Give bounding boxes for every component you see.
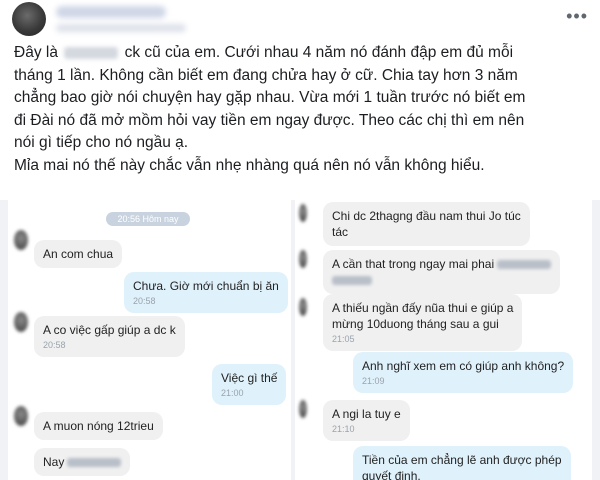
- sender-avatar: [299, 298, 307, 316]
- chat-screenshot-left: 20:56 Hôm nay An com chua Chưa. Giờ mới …: [8, 200, 291, 480]
- post-text-fragment: Đây là: [14, 44, 58, 61]
- redacted-name: [64, 46, 119, 59]
- chat-date-pill: 20:56 Hôm nay: [106, 212, 190, 226]
- post-line-1: Đây là ck cũ của em. Cưới nhau 4 năm nó …: [14, 42, 584, 65]
- post-body: Đây là ck cũ của em. Cưới nhau 4 năm nó …: [14, 42, 584, 177]
- message-outgoing: Tiền của em chẳng lẽ anh được phép quyết…: [353, 446, 571, 480]
- redacted-text: [332, 276, 372, 286]
- sender-avatar: [14, 312, 28, 332]
- message-incoming: An com chua: [34, 240, 123, 268]
- message-incoming: A cần that trong ngay mai phai: [323, 250, 561, 294]
- message-incoming: A thiếu ngần đấy nũa thui e giúp a mừng …: [323, 294, 523, 351]
- message-outgoing: Chưa. Giờ mới chuẩn bị ăn 20:58: [124, 272, 288, 313]
- post-line-2: tháng 1 lần. Không cần biết em đang chửa…: [14, 66, 518, 84]
- post-line-6: Mỉa mai nó thế này chắc vẫn nhẹ nhàng qu…: [14, 156, 485, 174]
- message-outgoing: Anh nghĩ xem em có giúp anh không? 21:09: [353, 352, 574, 393]
- chat-screenshot-right: Chi dc 2thagng đầu nam thui Jo túc tác A…: [295, 200, 592, 480]
- post-text-fragment: ck cũ của em. Cưới nhau 4 năm nó đánh đậ…: [124, 44, 514, 61]
- post-line-4: đi Đài nó đã mở mồm hỏi vay tiền em ngay…: [14, 111, 525, 129]
- message-incoming: Nay: [34, 448, 131, 476]
- message-incoming: A co việc gấp giúp a dc k 20:58: [34, 316, 185, 357]
- more-horizontal-icon[interactable]: •••: [566, 6, 588, 27]
- sender-avatar: [299, 250, 307, 268]
- sender-avatar: [299, 204, 307, 222]
- post-line-3: chẳng bao giờ nói chuyện hay gặp nhau. V…: [14, 89, 526, 106]
- post-meta-redacted: [56, 24, 186, 32]
- sender-avatar: [14, 230, 28, 250]
- poster-name-redacted: [56, 6, 166, 18]
- message-incoming: A ngi la tuy e 21:10: [323, 400, 410, 441]
- sender-avatar: [14, 406, 28, 426]
- post-line-5: nói gì tiếp cho nó ngầu ạ.: [14, 134, 189, 151]
- message-incoming: A muon nóng 12trieu: [34, 412, 163, 440]
- post-image-attachment[interactable]: 20:56 Hôm nay An com chua Chưa. Giờ mới …: [0, 200, 600, 480]
- message-outgoing: Việc gì thế 21:00: [212, 364, 287, 405]
- poster-avatar[interactable]: [12, 2, 46, 36]
- post-header: •••: [0, 0, 600, 38]
- redacted-text: [497, 260, 552, 270]
- message-incoming: Chi dc 2thagng đầu nam thui Jo túc tác: [323, 202, 530, 246]
- sender-avatar: [299, 400, 307, 418]
- redacted-amount: [67, 458, 122, 468]
